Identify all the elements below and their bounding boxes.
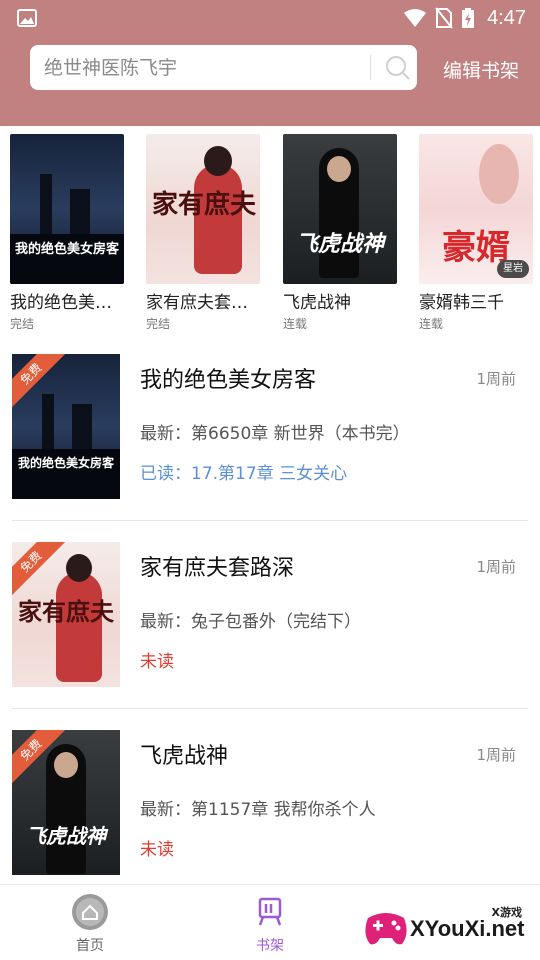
list-item[interactable]: 家有庶夫 免费 家有庶夫套路深 1周前 最新：兔子包番外（完结下） 未读 <box>0 516 540 704</box>
cover-title: 飞虎战神 <box>26 824 106 848</box>
home-icon <box>71 893 109 931</box>
header-bar: 4:47 编辑书架 <box>0 0 540 126</box>
search-divider <box>370 55 371 80</box>
nav-home-label: 首页 <box>76 938 104 954</box>
book-cover: 飞虎战神 <box>283 134 397 284</box>
book-cover: 豪婿 星岩 <box>419 134 533 284</box>
recommend-title: 豪婿韩三千 <box>419 293 504 313</box>
nav-bookshelf-label: 书架 <box>256 938 284 954</box>
cover-title: 家有庶夫 <box>152 190 257 220</box>
no-sim-icon <box>435 7 453 29</box>
list-item[interactable]: 飞虎战神 免费 飞虎战神 1周前 最新：第1157章 我帮你杀个人 未读 <box>0 704 540 892</box>
status-bar: 4:47 <box>0 0 540 36</box>
edit-shelf-button[interactable]: 编辑书架 <box>443 56 519 83</box>
recommend-title: 家有庶夫套… <box>146 293 248 313</box>
read-progress: 未读 <box>140 652 174 672</box>
search-input[interactable] <box>44 45 344 90</box>
latest-chapter: 最新：第1157章 我帮你杀个人 <box>140 800 376 820</box>
cover-title: 家有庶夫 <box>18 597 114 626</box>
watermark-logo: X游戏 XYouXi.net <box>362 900 532 956</box>
image-notification-icon <box>17 9 37 27</box>
publisher-badge: 星岩 <box>497 260 529 278</box>
book-title: 家有庶夫套路深 <box>140 556 295 581</box>
book-cover: 我的绝色美女房客 <box>10 134 124 284</box>
cover-title: 我的绝色美女房客 <box>14 242 119 257</box>
book-cover: 我的绝色美女房客 免费 <box>12 354 120 499</box>
book-cover: 家有庶夫 免费 <box>12 542 120 687</box>
recommend-title: 飞虎战神 <box>283 293 351 313</box>
update-time: 1周前 <box>476 370 516 388</box>
update-time: 1周前 <box>476 558 516 576</box>
cover-title: 飞虎战神 <box>295 231 384 257</box>
recommend-row: 我的绝色美女房客 我的绝色美… 完结 家有庶夫 家有庶夫套… 完结 飞虎战神 飞… <box>0 126 540 331</box>
book-title: 飞虎战神 <box>140 744 229 769</box>
book-cover: 飞虎战神 免费 <box>12 730 120 875</box>
latest-chapter: 最新：兔子包番外（完结下） <box>140 612 361 632</box>
nav-bookshelf[interactable]: 书架 <box>220 893 320 955</box>
book-title: 我的绝色美女房客 <box>140 368 317 393</box>
bookshelf-icon <box>251 893 289 931</box>
read-progress: 未读 <box>140 840 174 860</box>
recommend-title: 我的绝色美… <box>10 293 112 313</box>
watermark-brand: XYouXi.net <box>410 916 525 941</box>
wifi-icon <box>404 9 427 27</box>
search-icon[interactable] <box>382 52 414 84</box>
search-box[interactable] <box>30 45 417 90</box>
book-cover: 家有庶夫 <box>146 134 260 284</box>
free-ribbon: 免费 <box>12 354 70 413</box>
latest-chapter: 最新：第6650章 新世界（本书完） <box>140 424 410 444</box>
gamepad-icon <box>365 913 407 945</box>
nav-home[interactable]: 首页 <box>40 893 140 955</box>
clock-time: 4:47 <box>487 6 526 29</box>
cover-title: 我的绝色美女房客 <box>17 456 114 470</box>
recommend-item[interactable]: 豪婿 星岩 豪婿韩三千 连载 <box>419 134 539 332</box>
update-time: 1周前 <box>476 746 516 764</box>
recommend-item[interactable]: 家有庶夫 家有庶夫套… 完结 <box>146 134 266 332</box>
recommend-item[interactable]: 我的绝色美女房客 我的绝色美… 完结 <box>10 134 130 332</box>
battery-charging-icon <box>462 8 475 28</box>
recommend-item[interactable]: 飞虎战神 飞虎战神 连载 <box>283 134 403 332</box>
read-progress: 已读：17.第17章 三女关心 <box>140 464 348 484</box>
list-item[interactable]: 我的绝色美女房客 免费 我的绝色美女房客 1周前 最新：第6650章 新世界（本… <box>0 328 540 516</box>
